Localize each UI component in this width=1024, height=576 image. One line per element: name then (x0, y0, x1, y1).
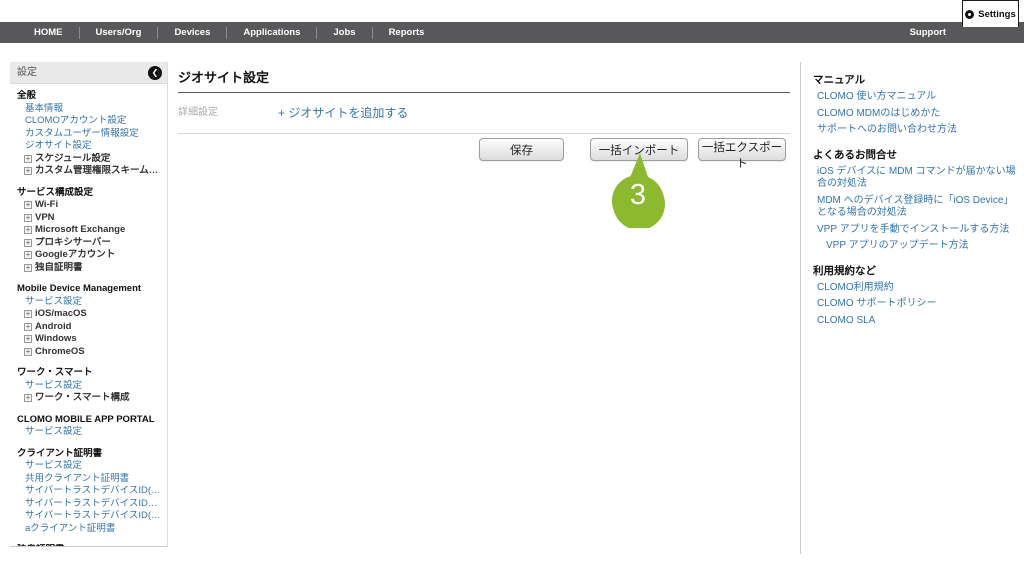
nav-item-home[interactable]: HOME (18, 27, 79, 38)
main-content: ジオサイト設定 詳細設定 + ジオサイトを追加する 保存 一括インポート 一括エ… (178, 62, 790, 542)
sidebar-item[interactable]: サービス設定 (14, 426, 163, 439)
sidebar-item[interactable]: +スケジュール設定 (14, 153, 163, 166)
nav-item-devices[interactable]: Devices (158, 27, 226, 38)
expand-plus-icon[interactable]: + (24, 214, 32, 222)
sidebar-item[interactable]: CLOMOアカウント設定 (14, 115, 163, 128)
sidebar-item[interactable]: +独自証明書 (14, 262, 163, 275)
help-link[interactable]: VPP アプリを手動でインストールする方法 (813, 224, 1016, 237)
sidebar-group-header: 独自証明書 (14, 544, 163, 547)
help-link[interactable]: サポートへのお問い合わせ方法 (813, 124, 1016, 137)
expand-plus-icon[interactable]: + (24, 155, 32, 163)
callout-step-number: 3 (611, 179, 665, 212)
help-section-header: マニュアル (813, 72, 1016, 87)
expand-plus-icon[interactable]: + (24, 394, 32, 402)
detail-settings-row: 詳細設定 + ジオサイトを追加する (178, 93, 790, 134)
gear-icon (965, 10, 974, 19)
expand-plus-icon[interactable]: + (24, 226, 32, 234)
sidebar-group-header: 全般 (14, 90, 163, 103)
settings-tab-label: Settings (978, 9, 1015, 20)
help-panel: マニュアル CLOMO 使い方マニュアル CLOMO MDMのはじめかたサポートへの… (800, 62, 1024, 554)
sidebar-group-header: Mobile Device Management (14, 283, 163, 296)
sidebar-item[interactable]: サイバートラストデバイスIDクライ... (14, 498, 163, 511)
expand-plus-icon[interactable]: + (24, 335, 32, 343)
settings-sidebar: 設定 ❮ 全般基本情報CLOMOアカウント設定カスタムユーザー情報設定ジオサイト… (10, 62, 168, 547)
sidebar-item[interactable]: +ワーク・スマート構成 (14, 392, 163, 405)
sidebar-item[interactable]: +Android (14, 321, 163, 334)
help-link[interactable]: MDM へのデバイス登録時に「iOS Device」となる場合の対処法 (813, 195, 1016, 220)
action-buttons-row: 保存 一括インポート 一括エクスポート (178, 138, 790, 161)
sidebar-group-header: CLOMO MOBILE APP PORTAL (14, 414, 163, 427)
sidebar-item[interactable]: 基本情報 (14, 103, 163, 116)
sidebar-group-header: クライアント証明書 (14, 448, 163, 461)
help-link[interactable]: CLOMO サポートポリシー (813, 298, 1016, 311)
sidebar-item[interactable]: カスタムユーザー情報設定 (14, 128, 163, 141)
nav-item-applications[interactable]: Applications (227, 27, 316, 38)
help-link[interactable]: iOS デバイスに MDM コマンドが届かない場合の対処法 (813, 166, 1016, 191)
collapse-sidebar-button[interactable]: ❮ (148, 66, 162, 80)
sidebar-item[interactable]: +VPN (14, 212, 163, 225)
sidebar-nav: 全般基本情報CLOMOアカウント設定カスタムユーザー情報設定ジオサイト設定+スケ… (10, 84, 167, 547)
nav-items: HOMEUsers/OrgDevicesApplicationsJobsRepo… (0, 27, 440, 39)
sidebar-item[interactable]: サイバートラストデバイスID(個人... (14, 510, 163, 523)
sidebar-group: クライアント証明書サービス設定共用クライアント証明書サイバートラストデバイスID… (14, 448, 163, 536)
top-navbar: HOMEUsers/OrgDevicesApplicationsJobsRepo… (0, 22, 1024, 43)
expand-plus-icon[interactable]: + (24, 264, 32, 272)
sidebar-group-header: サービス構成設定 (14, 187, 163, 200)
sidebar-item[interactable]: +カスタム管理権限スキーム設定 (14, 165, 163, 178)
page: HOMEUsers/OrgDevicesApplicationsJobsRepo… (0, 0, 1024, 576)
help-section: 利用規約など CLOMO利用規約 CLOMO サポートポリシー CLOMO SLA (813, 263, 1016, 328)
help-section: よくあるお問合せ iOS デバイスに MDM コマンドが届かない場合の対処法 MDM… (813, 147, 1016, 253)
expand-plus-icon[interactable]: + (24, 310, 32, 318)
sidebar-item[interactable]: +Microsoft Exchange (14, 224, 163, 237)
help-section-header: よくあるお問合せ (813, 147, 1016, 162)
help-link[interactable]: CLOMO SLA (813, 315, 1016, 328)
sidebar-item[interactable]: サイバートラストデバイスID(pilot)... (14, 485, 163, 498)
sidebar-group: 独自証明書 (14, 544, 163, 547)
sidebar-item[interactable]: ジオサイト設定 (14, 140, 163, 153)
nav-item-support[interactable]: Support (910, 27, 946, 38)
bulk-export-button[interactable]: 一括エクスポート (698, 138, 786, 161)
help-link[interactable]: CLOMO MDMのはじめかた (813, 108, 1016, 121)
sidebar-item[interactable]: +Windows (14, 333, 163, 346)
help-link[interactable]: CLOMO利用規約 (813, 282, 1016, 295)
sidebar-item[interactable]: サービス設定 (14, 296, 163, 309)
sidebar-item[interactable]: +iOS/macOS (14, 308, 163, 321)
save-button[interactable]: 保存 (479, 138, 564, 161)
nav-item-users-org[interactable]: Users/Org (80, 27, 158, 38)
sidebar-group: Mobile Device Managementサービス設定+iOS/macOS… (14, 283, 163, 358)
expand-plus-icon[interactable]: + (24, 167, 32, 175)
help-section: マニュアル CLOMO 使い方マニュアル CLOMO MDMのはじめかたサポートへの… (813, 72, 1016, 137)
sidebar-group: サービス構成設定+Wi-Fi+VPN+Microsoft Exchange+プロ… (14, 187, 163, 275)
sidebar-item[interactable]: サービス設定 (14, 380, 163, 393)
help-link[interactable]: VPP アプリのアップデート方法 (813, 240, 1016, 253)
sidebar-group-header: ワーク・スマート (14, 367, 163, 380)
sidebar-group: 全般基本情報CLOMOアカウント設定カスタムユーザー情報設定ジオサイト設定+スケ… (14, 90, 163, 178)
help-section-header: 利用規約など (813, 263, 1016, 278)
help-link[interactable]: CLOMO 使い方マニュアル (813, 91, 1016, 104)
tab-settings[interactable]: Settings (962, 0, 1019, 27)
sidebar-item[interactable]: サービス設定 (14, 460, 163, 473)
expand-plus-icon[interactable]: + (24, 323, 32, 331)
expand-plus-icon[interactable]: + (24, 251, 32, 259)
detail-settings-label: 詳細設定 (178, 103, 218, 118)
expand-plus-icon[interactable]: + (24, 201, 32, 209)
page-title: ジオサイト設定 (178, 62, 790, 93)
sidebar-item[interactable]: aクライアント証明書 (14, 523, 163, 536)
sidebar-group: ワーク・スマートサービス設定+ワーク・スマート構成 (14, 367, 163, 405)
sidebar-group: CLOMO MOBILE APP PORTALサービス設定 (14, 414, 163, 439)
sidebar-item[interactable]: +プロキシサーバー (14, 237, 163, 250)
expand-plus-icon[interactable]: + (24, 239, 32, 247)
add-geosite-link[interactable]: + ジオサイトを追加する (278, 104, 408, 121)
expand-plus-icon[interactable]: + (24, 348, 32, 356)
sidebar-item[interactable]: 共用クライアント証明書 (14, 473, 163, 486)
sidebar-item[interactable]: +Wi-Fi (14, 199, 163, 212)
sidebar-header: 設定 ❮ (10, 62, 167, 84)
sidebar-title: 設定 (10, 67, 37, 78)
nav-item-reports[interactable]: Reports (373, 27, 441, 38)
nav-item-jobs[interactable]: Jobs (317, 27, 371, 38)
sidebar-item[interactable]: +Googleアカウント (14, 249, 163, 262)
sidebar-item[interactable]: +ChromeOS (14, 346, 163, 359)
